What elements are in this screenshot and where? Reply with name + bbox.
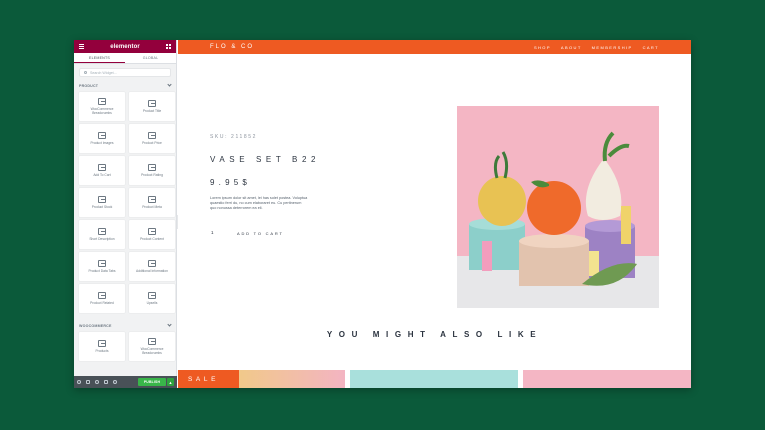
widget-label: Product Images [90,140,114,145]
site-logo[interactable]: FLO & CO [210,44,254,50]
section-woocommerce-header[interactable]: WOOCOMMERCE [74,321,176,330]
widget-product-data-tabs[interactable]: Product Data Tabs [79,252,125,281]
widget-label: Upsells [146,300,158,305]
widget-woocommerce-breadcrumbs[interactable]: WooCommerce Breadcrumbs [79,92,125,121]
elementor-logo: elementor [110,43,140,50]
tab-elements[interactable]: ELEMENTS [74,53,125,63]
widget-label: Add To Cart [93,172,111,177]
product-widget-grid: WooCommerce Breadcrumbs Product Title Pr… [74,90,176,315]
editor-window: elementor ELEMENTS GLOBAL Search Widget.… [74,40,691,388]
sale-badge: SALE [178,370,239,388]
widget-product-related[interactable]: Product Related [79,284,125,313]
widget-upsells[interactable]: Upsells [129,284,175,313]
widget-short-description[interactable]: Short Description [79,220,125,249]
product-sku: SKU: 211852 [210,134,257,140]
widget-product-images[interactable]: Product Images [79,124,125,153]
menu-item-about[interactable]: ABOUT [561,45,582,50]
woocommerce-widget-grid: Products WooCommerce Breadcrumbs [74,330,176,363]
section-product-header[interactable]: PRODUCT [74,81,176,90]
elementor-panel: elementor ELEMENTS GLOBAL Search Widget.… [74,40,177,388]
chevron-down-icon [167,322,172,327]
short-description-icon [98,227,106,235]
tab-global[interactable]: GLOBAL [125,53,176,63]
related-products-row: SALE [178,370,691,388]
breadcrumbs-icon [98,97,106,105]
breadcrumbs-icon [148,337,156,345]
additional-information-icon [148,259,156,267]
widgets-grid-icon[interactable] [165,44,171,49]
site-header: FLO & CO SHOP ABOUT MEMBERSHIP CART [178,40,691,54]
quantity-input[interactable]: 1 [211,230,215,235]
widget-woocommerce-breadcrumbs-2[interactable]: WooCommerce Breadcrumbs [129,332,175,361]
widget-additional-information[interactable]: Additional Information [129,252,175,281]
widget-product-stock[interactable]: Product Stock [79,188,125,217]
settings-icon[interactable] [77,380,81,384]
product-price-icon [148,131,156,139]
product-meta-icon [148,195,156,203]
products-icon [98,339,106,347]
menu-item-cart[interactable]: CART [643,45,659,50]
navigator-icon[interactable] [86,380,90,384]
hamburger-menu-icon[interactable] [79,44,84,49]
product-rating-icon [148,163,156,171]
product-related-icon [98,291,106,299]
panel-footer: PUBLISH ▲ [74,376,177,388]
product-title-icon [148,99,156,107]
responsive-mode-icon[interactable] [104,380,108,384]
widget-product-rating[interactable]: Product Rating [129,156,175,185]
related-product-card[interactable] [523,370,691,388]
add-to-cart-button[interactable]: ADD TO CART [237,231,284,236]
product-title: VASE SET B22 [210,155,321,164]
widget-label: Product Content [140,236,164,241]
widget-search-input[interactable]: Search Widget... [79,68,171,77]
publish-button[interactable]: PUBLISH [138,378,166,386]
widget-label: Product Meta [142,204,162,209]
section-product-title: PRODUCT [79,83,99,88]
site-preview: FLO & CO SHOP ABOUT MEMBERSHIP CART SKU:… [178,40,691,388]
vase-set-illustration [457,106,659,308]
widget-products[interactable]: Products [79,332,125,361]
related-product-card[interactable] [350,370,518,388]
menu-item-shop[interactable]: SHOP [534,45,551,50]
widget-label: Product Rating [141,172,163,177]
widget-label: WooCommerce Breadcrumbs [140,346,164,355]
widget-label: Product Price [142,140,162,145]
widget-label: WooCommerce Breadcrumbs [90,106,114,115]
widget-label: Product Title [142,108,162,113]
widget-label: Product Related [90,300,114,305]
widget-label: Product Data Tabs [88,268,116,273]
add-to-cart-icon [98,163,106,171]
product-data-tabs-icon [98,259,106,267]
upsells-icon [148,291,156,299]
site-menu: SHOP ABOUT MEMBERSHIP CART [534,45,659,50]
widget-label: Short Description [89,236,115,241]
related-product-card[interactable] [239,370,345,388]
chevron-down-icon [167,82,172,87]
product-image[interactable] [457,106,659,308]
widget-product-content[interactable]: Product Content [129,220,175,249]
product-content-icon [148,227,156,235]
widget-label: Product Stock [91,204,113,209]
widget-product-price[interactable]: Product Price [129,124,175,153]
search-icon [84,71,87,74]
widget-product-title[interactable]: Product Title [129,92,175,121]
panel-tabs: ELEMENTS GLOBAL [74,53,176,64]
menu-item-membership[interactable]: MEMBERSHIP [592,45,633,50]
history-icon[interactable] [95,380,99,384]
preview-eye-icon[interactable] [113,380,117,384]
product-images-icon [98,131,106,139]
widget-add-to-cart[interactable]: Add To Cart [79,156,125,185]
panel-header: elementor [74,40,176,53]
widget-label: Products [95,348,109,353]
search-placeholder: Search Widget... [90,70,117,75]
widget-label: Additional Information [136,268,168,273]
related-products-heading: YOU MIGHT ALSO LIKE [326,330,543,339]
product-price: 9.95$ [210,178,252,187]
product-stock-icon [98,195,106,203]
widget-product-meta[interactable]: Product Meta [129,188,175,217]
section-woocommerce-title: WOOCOMMERCE [79,323,112,328]
product-description: Lorem ipsum dolor sit amet, lei has sole… [210,196,308,210]
publish-options-button[interactable]: ▲ [167,378,174,386]
